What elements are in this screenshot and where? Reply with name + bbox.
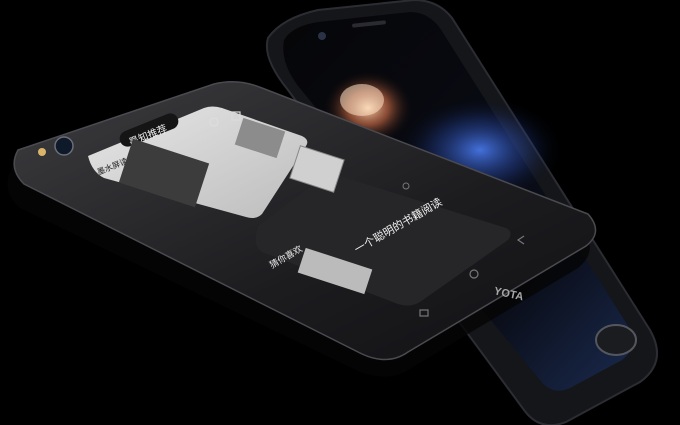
rear-camera (54, 136, 74, 156)
particle-swirl-core (340, 84, 384, 116)
front-camera (318, 32, 326, 40)
product-photo: 墨知推荐 墨水屏读书 猜你喜欢 一个聪明的书籍阅读 YOTA (7, 0, 658, 425)
flash-icon (38, 148, 46, 156)
fingerprint-home-button[interactable] (595, 324, 637, 356)
